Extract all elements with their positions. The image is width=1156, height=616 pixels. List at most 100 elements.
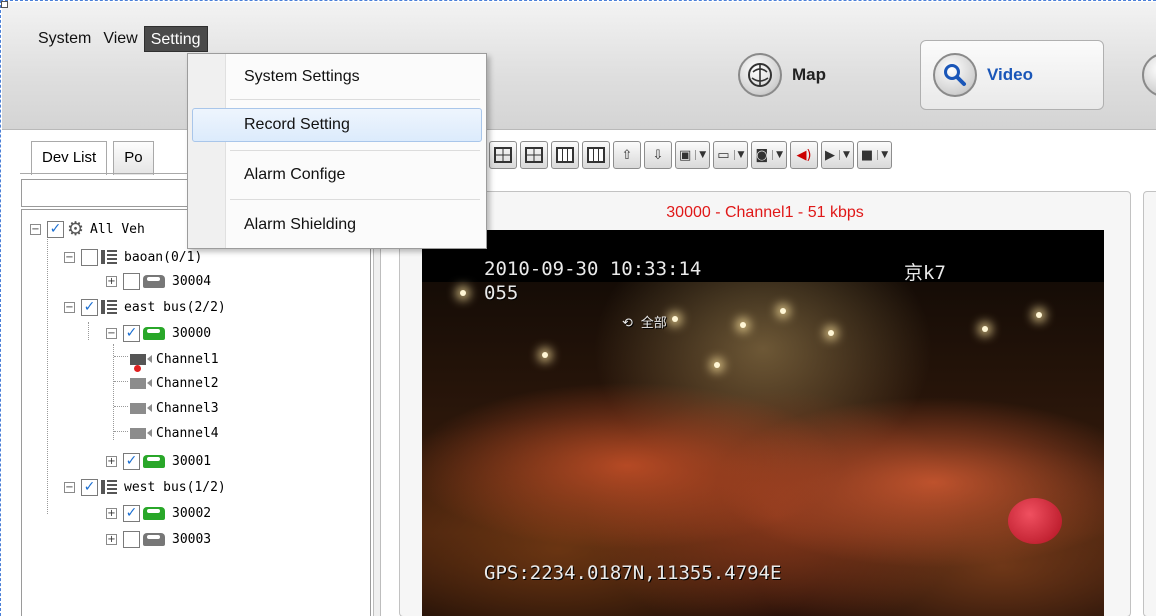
tree-vehicle-30004[interactable]: + 30004 (106, 270, 211, 292)
vehicle-checkbox[interactable]: ✓ (123, 452, 140, 470)
light-spot (460, 290, 466, 296)
light-spot (740, 322, 746, 328)
layout-4x4-button[interactable] (582, 141, 610, 169)
collapse-icon[interactable]: − (106, 327, 117, 339)
tree-channel-3[interactable]: Channel3 (130, 397, 219, 419)
tree-vehicle-30000[interactable]: − ✓ 30000 (106, 322, 211, 344)
sound-button[interactable]: ◀) (789, 141, 818, 169)
video-title: 30000 - Channel1 - 51 kbps (666, 204, 864, 221)
menu-setting[interactable]: Setting (143, 26, 208, 52)
osd-plate: 京k7 (904, 262, 946, 284)
menu-separator (230, 199, 480, 200)
vehicle-checkbox[interactable]: ✓ (123, 504, 140, 522)
page-up-button[interactable]: ⇧ (613, 141, 641, 169)
expand-icon[interactable]: + (106, 455, 117, 467)
menu-system[interactable]: System (32, 26, 97, 52)
channel-label: Channel1 (156, 351, 219, 367)
vehicle-label: 30000 (172, 325, 212, 341)
video-toolbar: ⇧ ⇩ ▣ ▼ ▭ ▼ ◙ ▼ ◀) ▶ ▼ ■ ▼ (489, 141, 893, 171)
tree-guide (114, 406, 128, 407)
vehicle-label: 30001 (172, 453, 212, 469)
tree-root[interactable]: − ✓ ⚙ All Veh (30, 218, 145, 240)
expand-icon[interactable]: + (106, 507, 117, 519)
tree-channel-2[interactable]: Channel2 (130, 372, 219, 394)
collapse-icon[interactable]: − (64, 301, 75, 313)
layout-2x2-button[interactable] (489, 141, 517, 169)
camera-icon: ◙ (755, 147, 769, 163)
vehicle-checkbox[interactable] (123, 272, 140, 290)
video-label: Video (987, 65, 1033, 84)
play-icon: ▶ (824, 147, 835, 163)
layout-3x3-button[interactable] (551, 141, 579, 169)
tree-group-baoan[interactable]: − baoan(0/1) (64, 246, 202, 268)
menu-item-alarm-shielding[interactable]: Alarm Shielding (192, 208, 482, 242)
tree-vehicle-30002[interactable]: + ✓ 30002 (106, 502, 211, 524)
collapse-icon[interactable]: − (30, 223, 41, 235)
menu-item-alarm-confige[interactable]: Alarm Confige (192, 158, 482, 192)
window-icon: ▭ (717, 147, 730, 163)
map-label: Map (792, 65, 826, 84)
tree-guide (113, 344, 114, 440)
tree-channel-1[interactable]: Channel1 (130, 348, 219, 372)
tree-group-east-bus[interactable]: − ✓ east bus(2/2) (64, 296, 226, 318)
third-nav-button[interactable] (1142, 40, 1156, 110)
chevron-down-icon: ▼ (733, 150, 744, 160)
camera-icon (130, 427, 152, 439)
camera-icon (130, 353, 152, 372)
arrow-up-icon: ⇧ (621, 147, 633, 163)
group-checkbox[interactable] (81, 248, 98, 266)
vehicle-label: 30002 (172, 505, 212, 521)
list-icon (101, 300, 117, 314)
map-nav-button[interactable]: Map (738, 40, 826, 110)
play-button[interactable]: ▶ ▼ (820, 141, 854, 169)
tree-guide (47, 234, 48, 514)
map-icon (738, 53, 782, 97)
video-nav-button[interactable]: Video (920, 40, 1104, 110)
group-checkbox[interactable]: ✓ (81, 478, 98, 496)
tree-channel-4[interactable]: Channel4 (130, 422, 219, 444)
resize-handle[interactable] (1, 1, 8, 8)
menu-view[interactable]: View (97, 26, 143, 52)
root-checkbox[interactable]: ✓ (47, 220, 64, 238)
grid-icon (556, 147, 574, 163)
left-tabs: Dev List Po (31, 141, 154, 175)
group-checkbox[interactable]: ✓ (81, 298, 98, 316)
tree-vehicle-30003[interactable]: + 30003 (106, 528, 211, 550)
menu-item-system-settings[interactable]: System Settings (192, 60, 482, 94)
setting-dropdown-menu: System Settings Record Setting Alarm Con… (187, 53, 487, 249)
video-panel-2[interactable] (1143, 191, 1156, 616)
layout-1plus5-button[interactable] (520, 141, 548, 169)
tab-po[interactable]: Po (113, 141, 154, 175)
menu-item-record-setting[interactable]: Record Setting (192, 108, 482, 142)
expand-icon[interactable]: + (106, 533, 117, 545)
light-spot (828, 330, 834, 336)
tree-vehicle-30001[interactable]: + ✓ 30001 (106, 450, 211, 472)
osd-line2: 055 (484, 282, 519, 304)
speaker-icon: ◀) (796, 147, 812, 163)
window-button[interactable]: ▭ ▼ (713, 141, 749, 169)
app-window: System View Setting Map Video Dev List P… (0, 0, 1156, 616)
stop-button[interactable]: ■ ▼ (856, 141, 893, 169)
page-down-button[interactable]: ⇩ (644, 141, 672, 169)
light-spot (672, 316, 678, 322)
collapse-icon[interactable]: − (64, 481, 75, 493)
tab-dev-list[interactable]: Dev List (31, 141, 108, 175)
menu-separator (230, 99, 480, 100)
video-panel[interactable]: 30000 - Channel1 - 51 kbps 2010-09-30 10… (399, 191, 1131, 616)
osd-mark: ⟲ 全部 (622, 316, 667, 331)
expand-icon[interactable]: + (106, 275, 117, 287)
fullscreen-button[interactable]: ▣ ▼ (675, 141, 711, 169)
video-screen[interactable]: 2010-09-30 10:33:14 京k7 055 ⟲ 全部 GPS:223… (422, 230, 1104, 616)
osd-gps: GPS:2234.0187N,11355.4794E (484, 562, 782, 584)
light-spot (714, 362, 720, 368)
fullscreen-icon: ▣ (679, 147, 692, 163)
tree-guide (88, 322, 89, 340)
channel-label: Channel3 (156, 400, 219, 416)
vehicle-checkbox[interactable]: ✓ (123, 324, 140, 342)
collapse-icon[interactable]: − (64, 251, 75, 263)
group-label: west bus(1/2) (124, 479, 226, 495)
grid-icon (494, 147, 512, 163)
capture-button[interactable]: ◙ ▼ (751, 141, 787, 169)
vehicle-checkbox[interactable] (123, 530, 140, 548)
tree-group-west-bus[interactable]: − ✓ west bus(1/2) (64, 476, 226, 498)
